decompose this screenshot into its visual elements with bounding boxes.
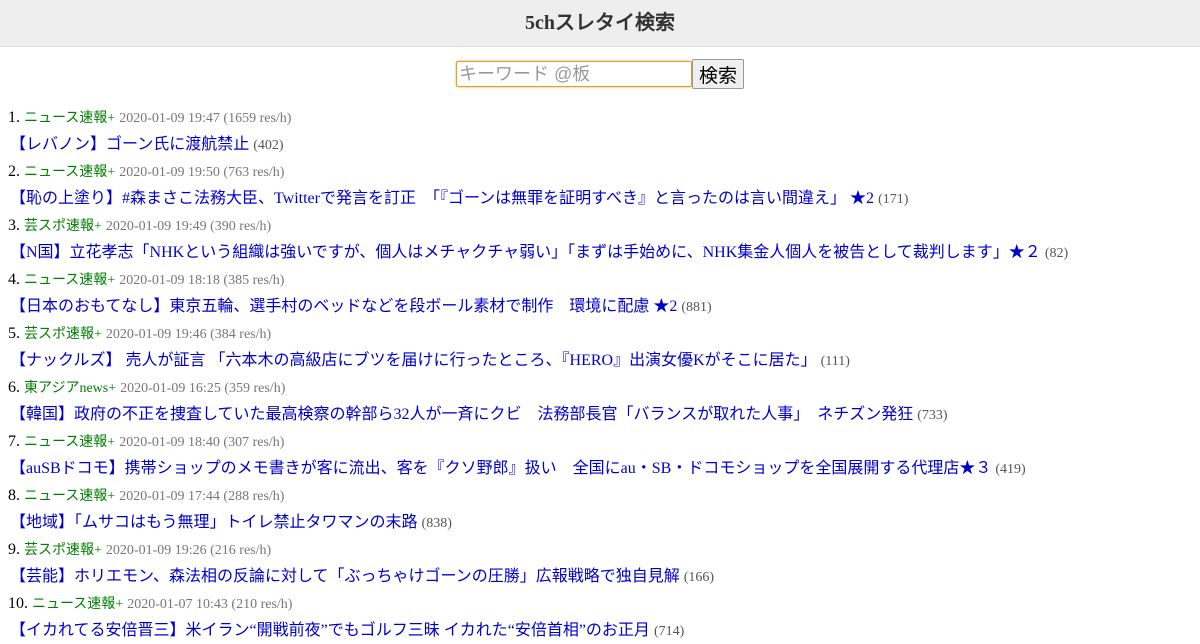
thread-title-link[interactable]: 【芸能】ホリエモン、森法相の反論に対して「ぶっちゃけゴーンの圧勝」広報戦略で独自… [10,568,680,585]
thread-title-line: 【N国】立花孝志「NHKという組織は強いですが、個人はメチャクチャ弱い」「まずは… [0,239,1200,266]
thread-date-speed: 2020-01-09 19:26 (216 res/h) [105,543,272,558]
list-item: 1. ニュース速報+ 2020-01-09 19:47 (1659 res/h)… [0,104,1200,158]
thread-title-line: 【auSBドコモ】携帯ショップのメモ書きが客に流出、客を『クソ野郎』扱い 全国に… [0,455,1200,482]
thread-title-link[interactable]: 【恥の上塗り】#森まさこ法務大臣、Twitterで発言を訂正 「『ゴーンは無罪を… [10,190,874,207]
thread-title-link[interactable]: 【韓国】政府の不正を捜査していた最高検察の幹部ら32人が一斉にクビ 法務部長官「… [10,406,913,423]
board-link[interactable]: ニュース速報+ [24,273,115,288]
board-link[interactable]: ニュース速報+ [24,489,115,504]
thread-rank: 6. [8,379,20,396]
thread-date-speed: 2020-01-09 17:44 (288 res/h) [119,489,285,504]
response-count: (402) [253,138,284,153]
search-button[interactable]: 検索 [691,59,744,89]
list-item: 3. 芸スポ速報+ 2020-01-09 19:49 (390 res/h) 【… [0,212,1200,266]
search-bar: 検索 [0,47,1200,89]
thread-rank: 8. [8,487,20,504]
thread-rank: 10. [8,595,28,612]
thread-title-line: 【芸能】ホリエモン、森法相の反論に対して「ぶっちゃけゴーンの圧勝」広報戦略で独自… [0,563,1200,590]
response-count: (166) [683,570,715,585]
response-count: (714) [653,624,685,639]
thread-rank: 4. [8,271,20,288]
response-count: (838) [421,516,452,531]
thread-list: 1. ニュース速報+ 2020-01-09 19:47 (1659 res/h)… [0,104,1200,644]
thread-date-speed: 2020-01-09 19:49 (390 res/h) [105,219,272,234]
list-item: 2. ニュース速報+ 2020-01-09 19:50 (763 res/h) … [0,158,1200,212]
thread-title-line: 【地域】「ムサコはもう無理」トイレ禁止タワマンの末路 (838) [0,509,1200,536]
thread-rank: 5. [8,325,20,342]
list-item: 9. 芸スポ速報+ 2020-01-09 19:26 (216 res/h) 【… [0,536,1200,590]
thread-title-link[interactable]: 【ナックルズ】 売人が証言 「六本木の高級店にブツを届けに行ったところ、『HER… [10,352,817,369]
thread-rank: 3. [8,217,20,234]
thread-title-link[interactable]: 【イカれてる安倍晋三】米イラン“開戦前夜”でもゴルフ三昧 イカれた“安倍首相”の… [10,622,650,639]
thread-rank: 7. [8,433,20,450]
thread-title-line: 【日本のおもてなし】東京五輪、選手村のベッドなどを段ボール素材で制作 環境に配慮… [0,293,1200,320]
page-header: 5chスレタイ検索 [0,0,1200,47]
thread-rank: 1. [8,109,20,126]
thread-meta: 2. ニュース速報+ 2020-01-09 19:50 (763 res/h) [0,158,1200,185]
response-count: (881) [681,300,712,315]
board-link[interactable]: 芸スポ速報+ [24,219,102,234]
list-item: 4. ニュース速報+ 2020-01-09 18:18 (385 res/h) … [0,266,1200,320]
thread-rank: 9. [8,541,20,558]
thread-date-speed: 2020-01-09 19:46 (384 res/h) [105,327,272,342]
thread-rank: 2. [8,163,20,180]
response-count: (733) [917,408,948,423]
response-count: (419) [995,462,1026,477]
thread-title-line: 【恥の上塗り】#森まさこ法務大臣、Twitterで発言を訂正 「『ゴーンは無罪を… [0,185,1200,212]
search-input[interactable] [455,61,692,87]
response-count: (171) [878,192,909,207]
thread-title-link[interactable]: 【地域】「ムサコはもう無理」トイレ禁止タワマンの末路 [10,514,418,531]
thread-title-line: 【ナックルズ】 売人が証言 「六本木の高級店にブツを届けに行ったところ、『HER… [0,347,1200,374]
board-link[interactable]: ニュース速報+ [24,435,115,450]
board-link[interactable]: 東アジアnews+ [24,381,116,396]
board-link[interactable]: ニュース速報+ [24,111,115,126]
thread-title-link[interactable]: 【N国】立花孝志「NHKという組織は強いですが、個人はメチャクチャ弱い」「まずは… [10,244,1041,261]
thread-meta: 6. 東アジアnews+ 2020-01-09 16:25 (359 res/h… [0,374,1200,401]
thread-title-line: 【韓国】政府の不正を捜査していた最高検察の幹部ら32人が一斉にクビ 法務部長官「… [0,401,1200,428]
list-item: 7. ニュース速報+ 2020-01-09 18:40 (307 res/h) … [0,428,1200,482]
board-link[interactable]: 芸スポ速報+ [24,543,102,558]
board-link[interactable]: 芸スポ速報+ [24,327,102,342]
list-item: 5. 芸スポ速報+ 2020-01-09 19:46 (384 res/h) 【… [0,320,1200,374]
thread-meta: 9. 芸スポ速報+ 2020-01-09 19:26 (216 res/h) [0,536,1200,563]
thread-date-speed: 2020-01-09 18:40 (307 res/h) [119,435,285,450]
thread-date-speed: 2020-01-09 19:50 (763 res/h) [119,165,285,180]
list-item: 10. ニュース速報+ 2020-01-07 10:43 (210 res/h)… [0,590,1200,644]
page-title: 5chスレタイ検索 [525,12,675,34]
thread-title-link[interactable]: 【auSBドコモ】携帯ショップのメモ書きが客に流出、客を『クソ野郎』扱い 全国に… [10,460,991,477]
thread-meta: 1. ニュース速報+ 2020-01-09 19:47 (1659 res/h) [0,104,1200,131]
board-link[interactable]: ニュース速報+ [24,165,115,180]
thread-date-speed: 2020-01-09 18:18 (385 res/h) [119,273,285,288]
response-count: (82) [1044,246,1069,261]
thread-meta: 10. ニュース速報+ 2020-01-07 10:43 (210 res/h) [0,590,1200,617]
thread-meta: 3. 芸スポ速報+ 2020-01-09 19:49 (390 res/h) [0,212,1200,239]
thread-meta: 7. ニュース速報+ 2020-01-09 18:40 (307 res/h) [0,428,1200,455]
thread-date-speed: 2020-01-09 16:25 (359 res/h) [120,381,286,396]
list-item: 8. ニュース速報+ 2020-01-09 17:44 (288 res/h) … [0,482,1200,536]
thread-title-line: 【レバノン】ゴーン氏に渡航禁止 (402) [0,131,1200,158]
board-link[interactable]: ニュース速報+ [32,597,123,612]
thread-meta: 4. ニュース速報+ 2020-01-09 18:18 (385 res/h) [0,266,1200,293]
list-item: 6. 東アジアnews+ 2020-01-09 16:25 (359 res/h… [0,374,1200,428]
thread-date-speed: 2020-01-07 10:43 (210 res/h) [127,597,293,612]
thread-meta: 8. ニュース速報+ 2020-01-09 17:44 (288 res/h) [0,482,1200,509]
thread-date-speed: 2020-01-09 19:47 (1659 res/h) [119,111,292,126]
response-count: (111) [820,354,850,369]
thread-title-link[interactable]: 【日本のおもてなし】東京五輪、選手村のベッドなどを段ボール素材で制作 環境に配慮… [10,298,677,315]
thread-title-link[interactable]: 【レバノン】ゴーン氏に渡航禁止 [10,136,249,153]
thread-title-line: 【イカれてる安倍晋三】米イラン“開戦前夜”でもゴルフ三昧 イカれた“安倍首相”の… [0,617,1200,644]
thread-meta: 5. 芸スポ速報+ 2020-01-09 19:46 (384 res/h) [0,320,1200,347]
